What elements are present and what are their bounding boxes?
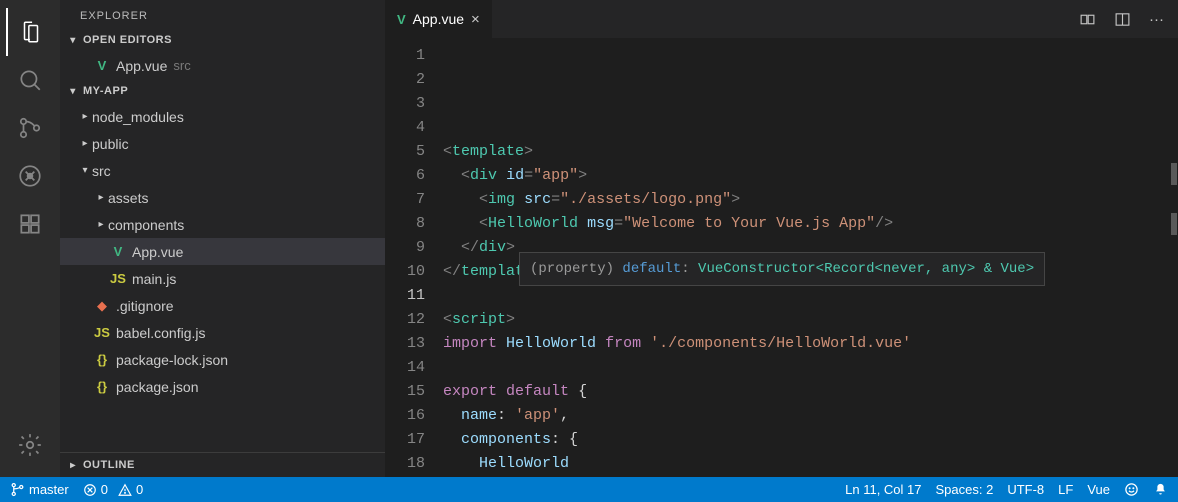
tab-label: App.vue — [413, 11, 464, 27]
editor-area: V App.vue × ··· 123456789101112131415161… — [385, 0, 1178, 477]
eol[interactable]: LF — [1058, 482, 1073, 497]
line-gutter: 123456789101112131415161718 — [385, 38, 443, 477]
settings-gear-icon[interactable] — [6, 421, 54, 469]
tab-app-vue[interactable]: V App.vue × — [385, 0, 493, 38]
tree-item--gitignore[interactable]: ◆.gitignore — [60, 292, 385, 319]
outline-header[interactable]: ▸ OUTLINE — [60, 452, 385, 477]
js-icon: JS — [108, 271, 128, 286]
hover-tooltip: (property) default: VueConstructor<Recor… — [519, 252, 1045, 286]
vue-icon: V — [92, 58, 112, 73]
tree-item-node-modules[interactable]: ▸node_modules — [60, 103, 385, 130]
close-icon[interactable]: × — [471, 11, 480, 28]
problems-errors[interactable]: 0 0 — [83, 482, 143, 497]
sidebar-title: EXPLORER — [60, 0, 385, 30]
indent-setting[interactable]: Spaces: 2 — [936, 482, 994, 497]
explorer-sidebar: EXPLORER ▾ OPEN EDITORS VApp.vuesrc ▾ MY… — [60, 0, 385, 477]
vue-icon: V — [108, 244, 128, 259]
git-icon: ◆ — [92, 298, 112, 314]
overview-ruler — [1168, 38, 1178, 477]
chevron-down-icon: ▾ — [78, 165, 92, 176]
tree-item-main-js[interactable]: JSmain.js — [60, 265, 385, 292]
tree-item-components[interactable]: ▸components — [60, 211, 385, 238]
tree-item-app-vue[interactable]: VApp.vue — [60, 238, 385, 265]
chevron-right-icon: ▸ — [94, 219, 108, 230]
chevron-right-icon: ▸ — [78, 111, 92, 122]
code-content[interactable]: (property) default: VueConstructor<Recor… — [443, 38, 1178, 477]
search-icon[interactable] — [6, 56, 54, 104]
notifications-icon[interactable] — [1153, 482, 1168, 497]
explorer-icon[interactable] — [6, 8, 54, 56]
chevron-right-icon: ▸ — [94, 192, 108, 203]
debug-icon[interactable] — [6, 152, 54, 200]
json-icon: {} — [92, 379, 112, 394]
cursor-position[interactable]: Ln 11, Col 17 — [845, 482, 921, 497]
chevron-right-icon: ▸ — [66, 460, 80, 471]
language-mode[interactable]: Vue — [1087, 482, 1110, 497]
tree-item-assets[interactable]: ▸assets — [60, 184, 385, 211]
chevron-down-icon: ▾ — [66, 86, 80, 97]
git-branch[interactable]: master — [10, 482, 69, 497]
chevron-right-icon: ▸ — [78, 138, 92, 149]
feedback-icon[interactable] — [1124, 482, 1139, 497]
tree-item-package-json[interactable]: {}package.json — [60, 373, 385, 400]
tree-item-public[interactable]: ▸public — [60, 130, 385, 157]
tab-bar: V App.vue × ··· — [385, 0, 1178, 38]
open-editors-header[interactable]: ▾ OPEN EDITORS — [60, 30, 385, 50]
chevron-down-icon: ▾ — [66, 35, 80, 46]
compare-icon[interactable] — [1079, 11, 1096, 28]
js-icon: JS — [92, 325, 112, 340]
encoding[interactable]: UTF-8 — [1007, 482, 1044, 497]
extensions-icon[interactable] — [6, 200, 54, 248]
json-icon: {} — [92, 352, 112, 367]
more-icon[interactable]: ··· — [1149, 11, 1164, 28]
editor-body[interactable]: 123456789101112131415161718 (property) d… — [385, 38, 1178, 477]
tree-item-package-lock-json[interactable]: {}package-lock.json — [60, 346, 385, 373]
activity-bar — [0, 0, 60, 477]
tree-item-src[interactable]: ▾src — [60, 157, 385, 184]
project-header[interactable]: ▾ MY-APP — [60, 81, 385, 101]
source-control-icon[interactable] — [6, 104, 54, 152]
status-bar: master 0 0 Ln 11, Col 17 Spaces: 2 UTF-8… — [0, 477, 1178, 502]
split-editor-icon[interactable] — [1114, 11, 1131, 28]
tree-item-babel-config-js[interactable]: JSbabel.config.js — [60, 319, 385, 346]
open-editor-item[interactable]: VApp.vuesrc — [60, 52, 385, 79]
vue-icon: V — [397, 12, 406, 27]
